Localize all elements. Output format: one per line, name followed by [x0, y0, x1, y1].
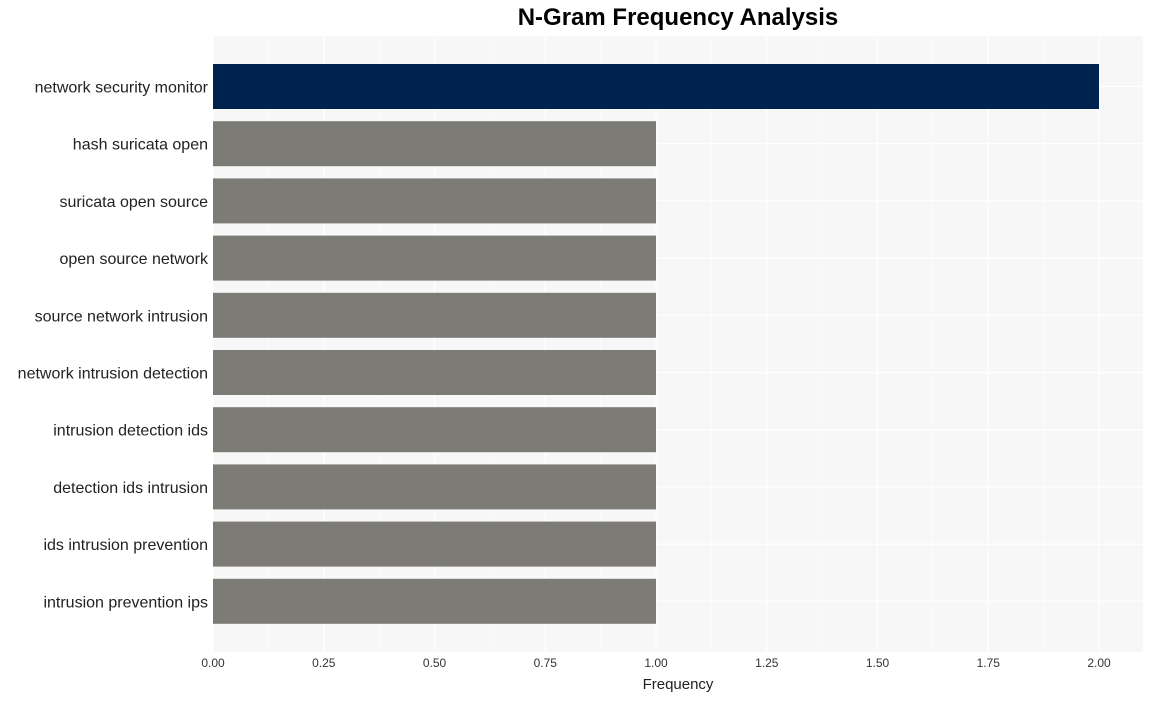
x-tick-label: 1.50 [866, 656, 890, 670]
bar [213, 464, 656, 510]
x-tick-label: 0.75 [534, 656, 558, 670]
x-tick-label: 1.75 [977, 656, 1001, 670]
bar-chart: network security monitor hash suricata op… [18, 36, 1143, 693]
category-label: hash suricata open [73, 137, 208, 154]
bar [213, 64, 1099, 109]
x-axis-title: Frequency [643, 676, 714, 693]
bar [213, 521, 656, 567]
category-label: network security monitor [35, 80, 209, 97]
category-label: open source network [59, 251, 209, 268]
category-label: source network intrusion [35, 308, 208, 325]
x-tick-labels: 0.00 0.25 0.50 0.75 1.00 1.25 1.50 1.75 2.00 [201, 656, 1111, 670]
category-label: ids intrusion prevention [43, 537, 208, 554]
category-label: suricata open source [59, 194, 208, 211]
x-tick-label: 1.25 [755, 656, 779, 670]
category-label: intrusion prevention ips [43, 594, 208, 611]
x-tick-label: 0.50 [423, 656, 447, 670]
bar [213, 407, 656, 453]
x-tick-label: 1.00 [644, 656, 668, 670]
category-label: network intrusion detection [18, 366, 208, 383]
x-tick-label: 0.25 [312, 656, 336, 670]
category-label: intrusion detection ids [53, 423, 208, 440]
bar [213, 292, 656, 338]
x-tick-label: 2.00 [1087, 656, 1111, 670]
bar [213, 350, 656, 395]
category-labels: network security monitor hash suricata op… [18, 80, 209, 612]
x-tick-label: 0.00 [201, 656, 225, 670]
bar [213, 235, 656, 281]
bar [213, 578, 656, 624]
bar [213, 178, 656, 224]
bar [213, 121, 656, 167]
category-label: detection ids intrusion [53, 480, 208, 497]
